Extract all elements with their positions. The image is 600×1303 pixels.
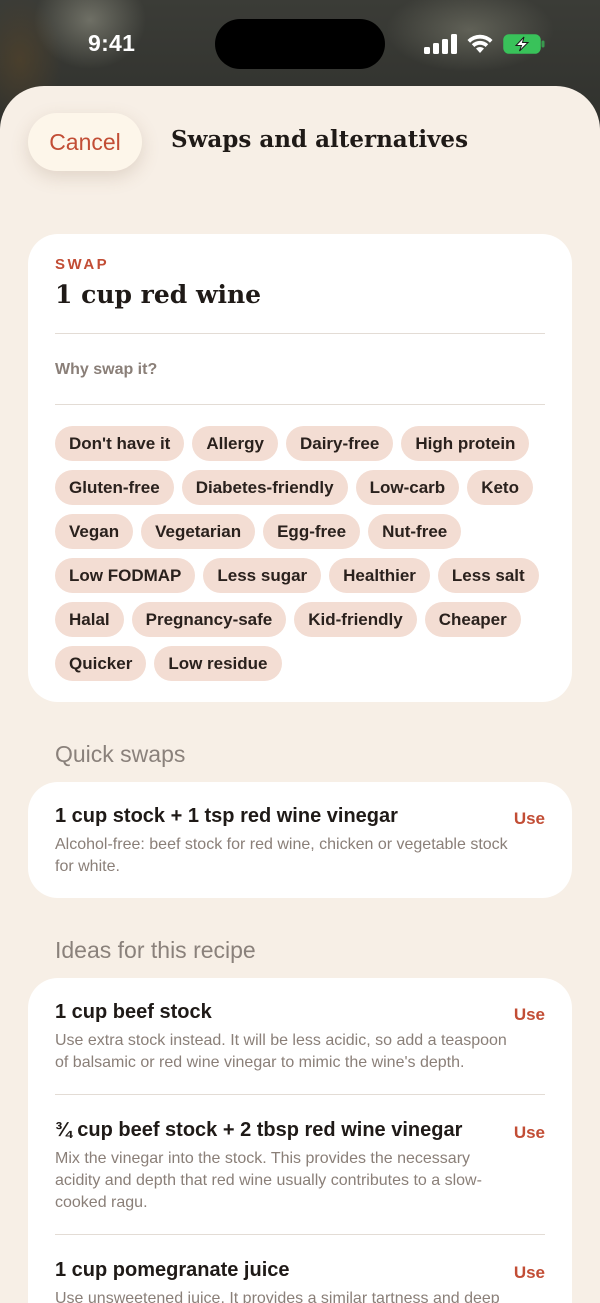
reason-chip[interactable]: Allergy: [192, 426, 278, 461]
why-swap-label: Why swap it?: [55, 361, 158, 378]
reason-chip[interactable]: Keto: [467, 470, 533, 505]
reason-chip[interactable]: Gluten-free: [55, 470, 174, 505]
use-button[interactable]: Use: [514, 1263, 545, 1283]
quick-swaps-heading: Quick swaps: [55, 741, 186, 767]
dynamic-island: [215, 19, 385, 69]
reason-chip[interactable]: Healthier: [329, 558, 430, 593]
reason-chip[interactable]: Diabetes-friendly: [181, 470, 348, 505]
reason-chip[interactable]: Quicker: [55, 646, 147, 681]
use-button[interactable]: Use: [514, 809, 545, 829]
wifi-icon: [467, 34, 493, 53]
divider: [55, 333, 545, 334]
sheet-header: Cancel Swaps and alternatives: [0, 86, 600, 216]
swap-card: SWAP 1 cup red wine Why swap it? Don't h…: [28, 234, 572, 702]
reason-chip[interactable]: Cheaper: [424, 602, 521, 637]
suggestion-title: 1 cup stock + 1 tsp red wine vinegar: [55, 805, 398, 827]
idea-item: ¾ cup beef stock + 2 tbsp red wine vineg…: [55, 1119, 545, 1214]
divider: [55, 1094, 545, 1095]
reason-chip[interactable]: Don't have it: [55, 426, 185, 461]
swap-ingredient: 1 cup red wine: [55, 280, 262, 309]
reason-chip[interactable]: Nut-free: [368, 514, 462, 549]
sheet-title: Swaps and alternatives: [171, 126, 469, 153]
suggestion-title: 1 cup beef stock: [55, 1001, 212, 1023]
suggestion-description: Mix the vinegar into the stock. This pro…: [55, 1150, 482, 1211]
idea-item: 1 cup pomegranate juice Use unsweetened …: [55, 1259, 545, 1303]
status-time: 9:41: [88, 30, 136, 56]
cancel-button[interactable]: Cancel: [28, 113, 142, 171]
reason-chip[interactable]: Low residue: [154, 646, 282, 681]
suggestion-description: Use extra stock instead. It will be less…: [55, 1032, 507, 1071]
swap-eyebrow: SWAP: [55, 256, 110, 273]
reason-chips: Don't have it Allergy Dairy-free High pr…: [55, 426, 550, 681]
ideas-card: 1 cup beef stock Use extra stock instead…: [28, 978, 572, 1303]
suggestion-description: Use unsweetened juice. It provides a sim…: [55, 1290, 500, 1303]
reason-chip[interactable]: Vegetarian: [141, 514, 256, 549]
reason-chip[interactable]: Low FODMAP: [55, 558, 196, 593]
reason-chip[interactable]: Pregnancy-safe: [131, 602, 287, 637]
reason-chip[interactable]: Less sugar: [203, 558, 322, 593]
quick-swap-item: 1 cup stock + 1 tsp red wine vinegar Alc…: [55, 805, 545, 878]
suggestion-title: 1 cup pomegranate juice: [55, 1259, 290, 1281]
battery-charging-icon: [503, 34, 545, 54]
reason-chip[interactable]: Low-carb: [355, 470, 460, 505]
reason-chip[interactable]: Dairy-free: [285, 426, 394, 461]
use-button[interactable]: Use: [514, 1005, 545, 1025]
divider: [55, 404, 545, 405]
suggestion-title: ¾ cup beef stock + 2 tbsp red wine vineg…: [55, 1119, 463, 1141]
divider: [55, 1234, 545, 1235]
reason-chip[interactable]: Egg-free: [263, 514, 361, 549]
quick-swaps-card: 1 cup stock + 1 tsp red wine vinegar Alc…: [28, 782, 572, 898]
status-bar: 9:41: [0, 0, 600, 88]
cellular-signal-icon: [424, 34, 458, 54]
reason-chip[interactable]: Kid-friendly: [294, 602, 417, 637]
idea-item: 1 cup beef stock Use extra stock instead…: [55, 1001, 545, 1074]
reason-chip[interactable]: High protein: [401, 426, 530, 461]
reason-chip[interactable]: Halal: [55, 602, 124, 637]
reason-chip[interactable]: Less salt: [437, 558, 539, 593]
use-button[interactable]: Use: [514, 1123, 545, 1143]
ideas-heading: Ideas for this recipe: [55, 937, 256, 963]
reason-chip[interactable]: Vegan: [55, 514, 134, 549]
suggestion-description: Alcohol-free: beef stock for red wine, c…: [55, 836, 508, 875]
swaps-sheet: Cancel Swaps and alternatives SWAP 1 cup…: [0, 86, 600, 1303]
